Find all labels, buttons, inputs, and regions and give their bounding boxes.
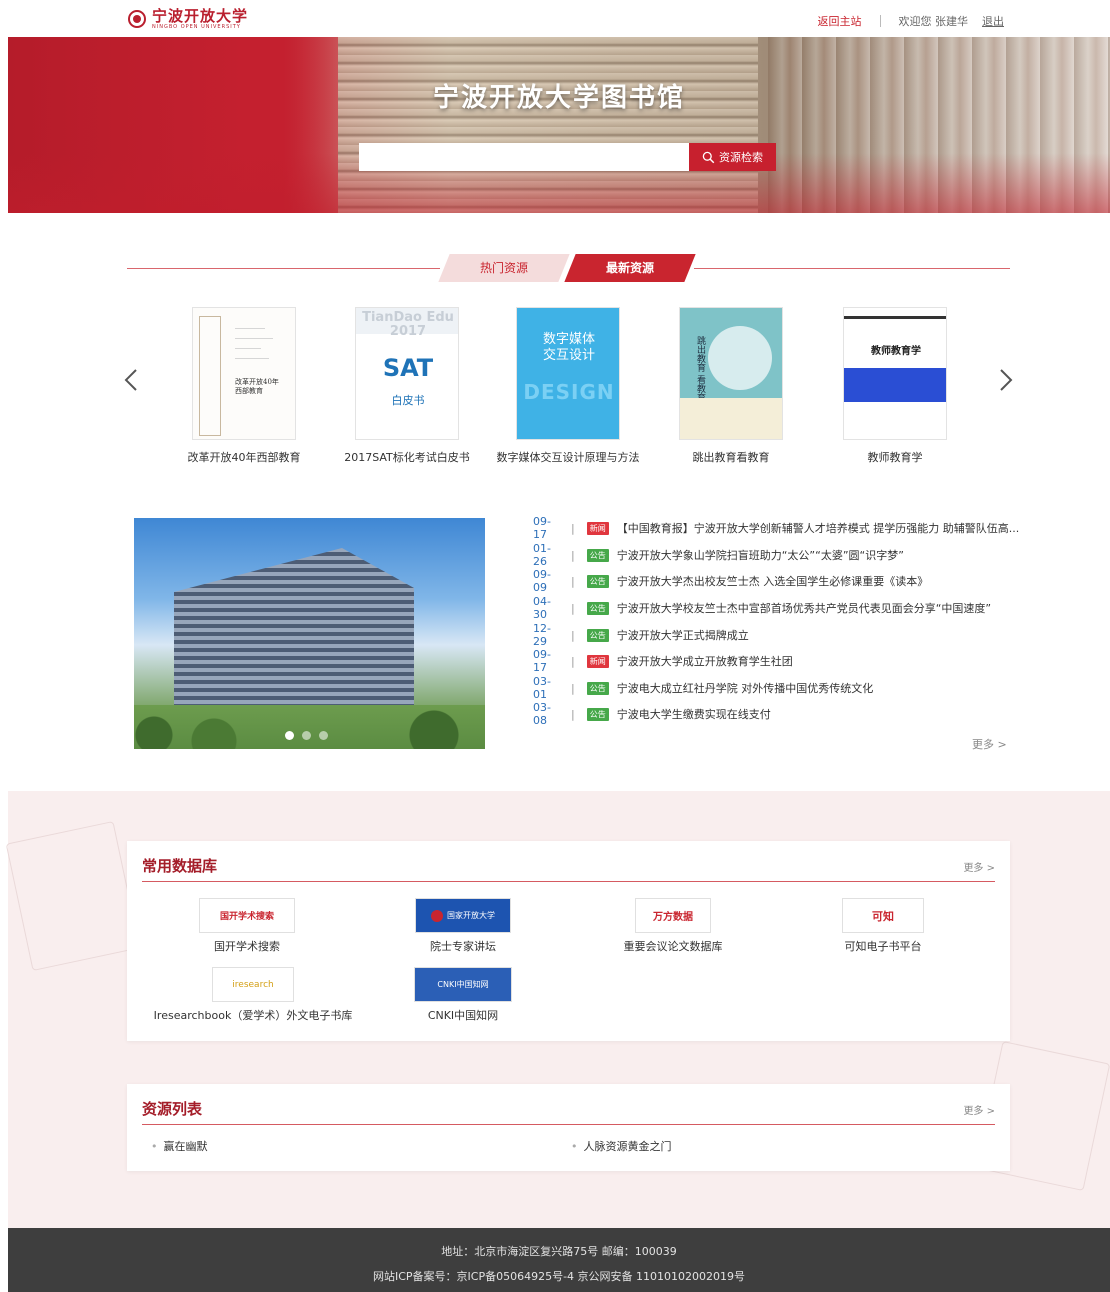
open-book-decoration-icon — [5, 820, 141, 972]
database-logo: 可知 — [842, 898, 924, 933]
book-title[interactable]: 教师教育学 — [815, 449, 975, 465]
book-title[interactable]: 数字媒体交互设计原理与方法 — [488, 449, 648, 465]
database-panel-title: 常用数据库 — [142, 857, 218, 875]
user-links: 返回主站 欢迎您 张建华 退出 — [818, 13, 1004, 29]
welcome-text: 欢迎您 张建华 — [898, 15, 969, 28]
logo-name-cn: 宁波开放大学 — [152, 7, 249, 25]
home-link[interactable]: 返回主站 — [818, 13, 862, 29]
news-item[interactable]: 12-29 | 公告 宁波开放大学正式揭牌成立 — [533, 622, 749, 648]
news-item[interactable]: 09-17 | 新闻 【中国教育报】宁波开放大学创新辅警人才培养模式 提学历强能力… — [533, 515, 1019, 541]
notice-badge: 公告 — [586, 628, 609, 642]
slide-dot-1[interactable] — [285, 731, 294, 740]
news-item[interactable]: 04-30 | 公告 宁波开放大学校友竺士杰中宣部首场优秀共产党员代表见面会分享“… — [533, 595, 991, 621]
bullet-icon: • — [571, 1140, 578, 1153]
resource-list-item[interactable]: • 赢在幽默 — [151, 1138, 208, 1154]
book-cover[interactable]: 数字媒体 交互设计 DESIGN — [516, 307, 620, 440]
database-item[interactable]: CNKI中国知网 CNKI中国知网 — [373, 967, 553, 1023]
database-item[interactable]: 国开学术搜索 国开学术搜索 — [157, 898, 337, 954]
library-title: 宁波开放大学图书馆 — [432, 83, 685, 113]
book-title[interactable]: 改革开放40年西部教育 — [164, 449, 324, 465]
database-logo: iresearch — [212, 967, 294, 1002]
slideshow-dots — [285, 731, 328, 740]
book-title[interactable]: 跳出教育看教育 — [651, 449, 811, 465]
resource-list-item[interactable]: • 人脉资源黄金之门 — [571, 1138, 672, 1154]
search-button-label: 资源检索 — [719, 152, 763, 164]
database-item[interactable]: 可知 可知电子书平台 — [793, 898, 973, 954]
database-logo: CNKI中国知网 — [414, 967, 512, 1002]
book-cover[interactable]: TianDao Edu 2017 SAT 白皮书 — [355, 307, 459, 440]
carousel-next-button[interactable] — [999, 368, 1013, 392]
notice-badge: 公告 — [586, 707, 609, 721]
book-cover[interactable]: 改革开放40年 西部教育 — [192, 307, 296, 440]
book-cover[interactable]: 跳出教育 看教育 — [679, 307, 783, 440]
top-bar: 宁波开放大学 NINGBO OPEN UNIVERSITY 返回主站 欢迎您 张… — [0, 0, 1110, 37]
database-item[interactable]: 万方数据 重要会议论文数据库 — [583, 898, 763, 954]
resource-more-link[interactable]: 更多 > — [963, 1102, 995, 1117]
news-badge: 新闻 — [586, 654, 609, 668]
carousel-prev-button[interactable] — [124, 368, 138, 392]
database-logo: 国开学术搜索 — [199, 898, 295, 933]
search-button[interactable]: 资源检索 — [689, 143, 776, 171]
news-more-link[interactable]: 更多 > — [972, 736, 1007, 752]
logout-link[interactable]: 退出 — [982, 13, 1004, 29]
news-slideshow-image[interactable] — [134, 518, 485, 749]
database-logo: 国家开放大学 — [415, 898, 511, 933]
bullet-icon: • — [151, 1140, 158, 1153]
footer-address: 地址：北京市海淀区复兴路75号 邮编：100039 — [441, 1245, 677, 1258]
link-divider — [879, 15, 881, 27]
university-logo[interactable]: 宁波开放大学 NINGBO OPEN UNIVERSITY — [128, 8, 248, 30]
logo-name-en: NINGBO OPEN UNIVERSITY — [152, 24, 241, 30]
database-more-link[interactable]: 更多 > — [963, 859, 995, 874]
book-title[interactable]: 2017SAT标化考试白皮书 — [327, 449, 487, 465]
database-item[interactable]: 国家开放大学 院士专家讲坛 — [373, 898, 553, 954]
news-item[interactable]: 01-26 | 公告 宁波开放大学象山学院扫盲班助力“太公”“太婆”圆“识字梦” — [533, 542, 904, 568]
slide-dot-3[interactable] — [319, 731, 328, 740]
slide-dot-2[interactable] — [302, 731, 311, 740]
search-input[interactable] — [359, 143, 689, 171]
database-item[interactable]: iresearch Iresearchbook（爱学术）外文电子书库 — [153, 967, 353, 1023]
book-cover[interactable]: 教师教育学 — [843, 307, 947, 440]
chevron-right-icon — [1000, 369, 1013, 391]
notice-badge: 公告 — [586, 548, 609, 562]
hero-banner: 宁波开放大学图书馆 资源检索 — [8, 37, 1110, 213]
notice-badge: 公告 — [586, 681, 609, 695]
notice-badge: 公告 — [586, 601, 609, 615]
book-cover-text: 改革开放40年 西部教育 — [235, 378, 279, 395]
footer: 地址：北京市海淀区复兴路75号 邮编：100039 网站ICP备案号：京ICP备… — [8, 1228, 1110, 1292]
database-logo: 万方数据 — [635, 898, 711, 933]
news-badge: 新闻 — [586, 521, 609, 535]
news-item[interactable]: 09-09 | 公告 宁波开放大学杰出校友竺士杰 入选全国学生必修课重要《读本》 — [533, 568, 928, 594]
resource-list-panel: 资源列表 更多 > — [127, 1084, 1010, 1171]
tab-divider-right — [694, 268, 1010, 269]
tab-divider-left — [127, 268, 440, 269]
search-icon — [702, 151, 715, 163]
notice-badge: 公告 — [586, 574, 609, 588]
chevron-left-icon — [124, 369, 137, 391]
tab-latest-resources[interactable]: 最新资源 — [564, 254, 696, 282]
news-item[interactable]: 03-08 | 公告 宁波电大学生缴费实现在线支付 — [533, 701, 771, 727]
tab-hot-resources[interactable]: 热门资源 — [438, 254, 570, 282]
footer-icp: 网站ICP备案号：京ICP备05064925号-4 京公网安备 11010102… — [372, 1270, 746, 1283]
resource-list-title: 资源列表 — [142, 1100, 203, 1118]
news-item[interactable]: 09-17 | 新闻 宁波开放大学成立开放教育学生社团 — [533, 648, 793, 674]
news-item[interactable]: 03-01 | 公告 宁波电大成立红社丹学院 对外传播中国优秀传统文化 — [533, 675, 873, 701]
logo-emblem-icon — [128, 10, 146, 28]
